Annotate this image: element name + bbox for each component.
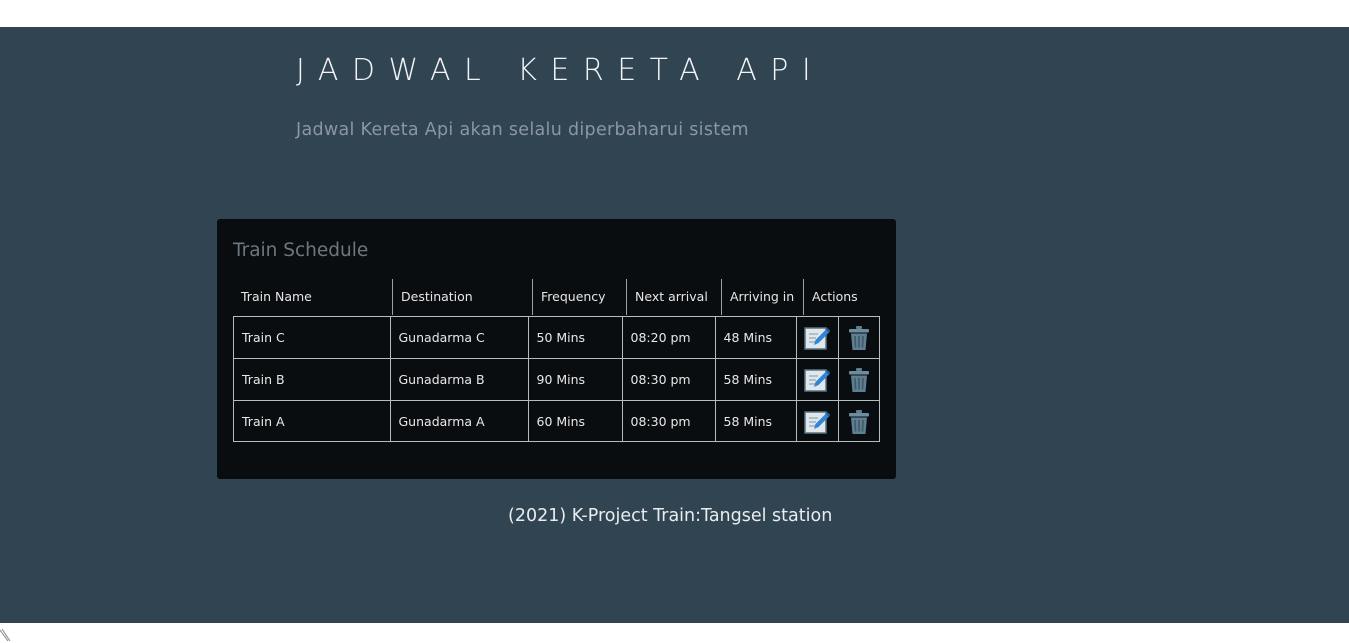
- column-header-train-name: Train Name: [241, 289, 312, 304]
- column-header-arriving-in: Arriving in: [721, 279, 803, 315]
- cell-train-name: Train C: [234, 317, 391, 359]
- table-row: Train B Gunadarma B 90 Mins 08:30 pm 58 Mins: [234, 358, 879, 401]
- page-title: JADWAL KERETA API: [296, 53, 825, 88]
- cell-frequency: 90 Mins: [527, 358, 623, 401]
- edit-icon[interactable]: [804, 367, 831, 393]
- cell-edit-action: [795, 400, 839, 442]
- cell-destination: Gunadarma B: [389, 358, 529, 401]
- cell-frequency: 50 Mins: [527, 317, 623, 359]
- hero-section: JADWAL KERETA API Jadwal Kereta Api akan…: [0, 27, 1349, 623]
- resize-grip-icon: [0, 628, 11, 641]
- cell-frequency: 60 Mins: [527, 400, 623, 442]
- footer-text: (2021) K-Project Train:Tangsel station: [508, 506, 833, 526]
- cell-arriving-in: 58 Mins: [714, 358, 797, 401]
- schedule-table: Train C Gunadarma C 50 Mins 08:20 pm 48 Mins…: [233, 316, 880, 442]
- edit-icon[interactable]: [804, 409, 831, 435]
- cell-arriving-in: 48 Mins: [714, 317, 797, 359]
- cell-delete-action: [837, 358, 879, 401]
- table-row: Train C Gunadarma C 50 Mins 08:20 pm 48 Mins: [234, 317, 879, 359]
- cell-train-name: Train B: [234, 358, 391, 401]
- cell-delete-action: [837, 400, 879, 442]
- column-header-destination: Destination: [392, 279, 533, 315]
- edit-icon[interactable]: [804, 325, 831, 351]
- trash-icon[interactable]: [846, 367, 872, 393]
- cell-train-name: Train A: [234, 400, 391, 442]
- table-header: Train Name Destination Frequency Next ar…: [233, 279, 880, 316]
- trash-icon[interactable]: [846, 409, 872, 435]
- page-subtitle: Jadwal Kereta Api akan selalu diperbahar…: [296, 120, 749, 140]
- cell-next-arrival: 08:20 pm: [621, 317, 716, 359]
- table-row: Train A Gunadarma A 60 Mins 08:30 pm 58 Mins: [234, 400, 879, 442]
- cell-edit-action: [795, 317, 839, 359]
- cell-next-arrival: 08:30 pm: [621, 358, 716, 401]
- trash-icon[interactable]: [846, 325, 872, 351]
- column-header-frequency: Frequency: [532, 279, 627, 315]
- schedule-title: Train Schedule: [233, 240, 369, 261]
- column-header-next-arrival: Next arrival: [626, 279, 721, 315]
- cell-destination: Gunadarma A: [389, 400, 529, 442]
- cell-next-arrival: 08:30 pm: [621, 400, 716, 442]
- cell-edit-action: [795, 358, 839, 401]
- schedule-panel: Train Schedule Train Name Destination Fr…: [217, 219, 896, 479]
- column-header-actions: Actions: [803, 279, 880, 315]
- cell-arriving-in: 58 Mins: [714, 400, 797, 442]
- cell-delete-action: [837, 317, 879, 359]
- cell-destination: Gunadarma C: [389, 317, 529, 359]
